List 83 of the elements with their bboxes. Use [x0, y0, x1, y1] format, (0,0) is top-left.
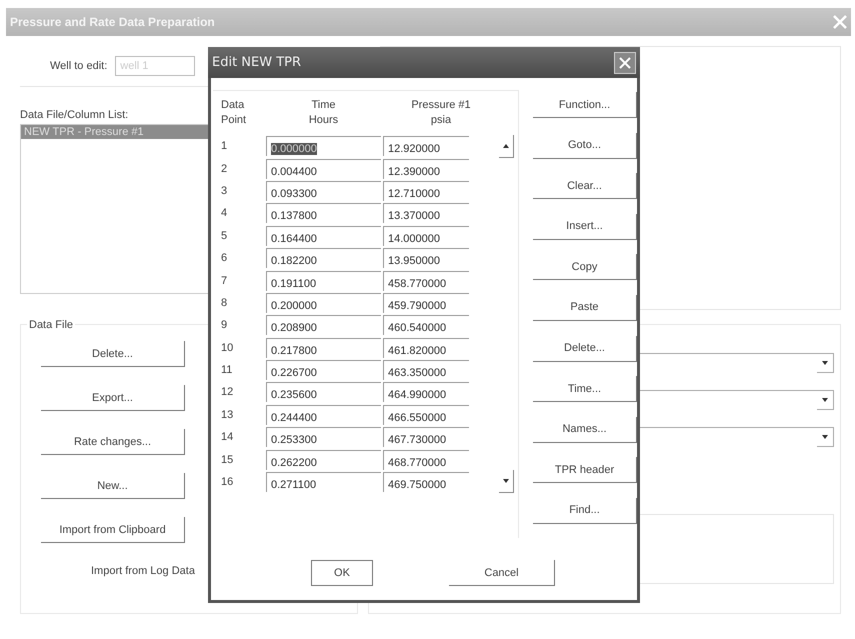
time-field[interactable]: 0.262200 [266, 450, 381, 470]
scroll-up-button[interactable] [499, 135, 514, 158]
well-label: Well to edit: [50, 60, 108, 72]
point-number: 5 [221, 230, 228, 242]
pressure-field[interactable]: 459.790000 [383, 292, 469, 313]
dialog-button[interactable]: Clear... [533, 173, 637, 200]
point-number: 6 [221, 252, 228, 264]
point-number: 1 [221, 140, 228, 152]
dialog-button[interactable]: Goto... [533, 132, 637, 159]
pressure-field[interactable]: 467.730000 [383, 427, 469, 448]
point-number: 15 [221, 454, 234, 466]
ok-button[interactable]: OK [311, 560, 373, 586]
point-number: 3 [221, 184, 228, 197]
pressure-field[interactable]: 14.000000 [383, 226, 469, 246]
dialog-button[interactable]: Function... [533, 92, 637, 118]
dialog-button[interactable]: Copy [533, 254, 637, 280]
group-label: Data File [27, 319, 76, 331]
data-file-button[interactable]: Rate changes... [41, 429, 185, 455]
cancel-button[interactable]: Cancel [449, 560, 555, 586]
up-arrow-icon [503, 144, 509, 148]
time-field[interactable]: 0.182200 [266, 248, 381, 268]
dialog-title: Edit NEW TPR [212, 55, 302, 70]
point-number: 13 [221, 408, 234, 421]
pressure-field[interactable]: 12.390000 [383, 158, 469, 179]
down-arrow-icon [822, 435, 828, 439]
column-header: Pressure #1 psia [410, 98, 472, 128]
pressure-field[interactable]: 463.350000 [383, 360, 469, 380]
point-number: 14 [221, 431, 234, 444]
time-field[interactable]: 0.253300 [266, 427, 381, 448]
pressure-field[interactable]: 12.920000 [383, 136, 469, 156]
time-field[interactable]: 0.244400 [266, 404, 381, 425]
down-arrow-icon [503, 479, 509, 483]
dialog-button[interactable]: Delete... [533, 336, 637, 362]
pressure-field[interactable]: 468.770000 [383, 450, 469, 470]
point-number: 4 [221, 207, 228, 220]
data-file-button[interactable]: Import from Clipboard [41, 517, 185, 543]
dialog-button[interactable]: TPR header [533, 457, 637, 484]
dialog-button[interactable]: Find... [533, 498, 637, 524]
window-title: Pressure and Rate Data Preparation [10, 15, 215, 29]
down-arrow-icon [822, 398, 828, 402]
time-field[interactable]: 0.000000 [266, 136, 381, 156]
time-field[interactable]: 0.137800 [266, 203, 381, 224]
column-list-label: Data File/Column List: [20, 109, 128, 121]
dialog-button[interactable]: Names... [533, 416, 637, 443]
time-field[interactable]: 0.235600 [266, 382, 381, 402]
time-field[interactable]: 0.191100 [266, 270, 381, 291]
time-field[interactable]: 0.004400 [266, 158, 381, 179]
point-number: 10 [221, 342, 234, 354]
time-field[interactable]: 0.200000 [266, 292, 381, 313]
point-number: 2 [221, 162, 228, 175]
time-field[interactable]: 0.208900 [266, 315, 381, 336]
point-number: 12 [221, 386, 234, 398]
point-number: 16 [221, 476, 234, 488]
point-number: 9 [221, 319, 228, 332]
time-field[interactable]: 0.217800 [266, 338, 381, 358]
data-file-button[interactable]: New... [41, 473, 185, 499]
pressure-field[interactable]: 464.990000 [383, 382, 469, 402]
time-field[interactable]: 0.093300 [266, 180, 381, 201]
time-field[interactable]: 0.271100 [266, 472, 381, 492]
close-button[interactable] [614, 52, 636, 74]
point-number: 8 [221, 296, 228, 309]
dialog-button[interactable]: Insert... [533, 214, 637, 240]
dialog-button[interactable]: Paste [533, 294, 637, 321]
scroll-down-button[interactable] [499, 470, 514, 493]
time-field[interactable]: 0.226700 [266, 360, 381, 380]
close-icon [619, 56, 631, 68]
data-file-button[interactable]: Delete... [41, 341, 185, 367]
data-file-button[interactable]: Export... [41, 385, 185, 411]
pressure-field[interactable]: 13.950000 [383, 248, 469, 268]
pressure-field[interactable]: 458.770000 [383, 270, 469, 291]
pressure-field[interactable]: 461.820000 [383, 338, 469, 358]
pressure-field[interactable]: 466.550000 [383, 404, 469, 425]
point-number: 7 [221, 274, 228, 287]
time-field[interactable]: 0.164400 [266, 226, 381, 246]
pressure-field[interactable]: 13.370000 [383, 203, 469, 224]
column-header: Data Point [221, 98, 248, 128]
column-header: Time Hours [308, 98, 340, 128]
pressure-field[interactable]: 12.710000 [383, 180, 469, 201]
pressure-field[interactable]: 469.750000 [383, 472, 469, 492]
point-number: 11 [221, 364, 234, 376]
dialog-button[interactable]: Time... [533, 376, 637, 402]
down-arrow-icon [822, 361, 828, 365]
pressure-field[interactable]: 460.540000 [383, 315, 469, 336]
